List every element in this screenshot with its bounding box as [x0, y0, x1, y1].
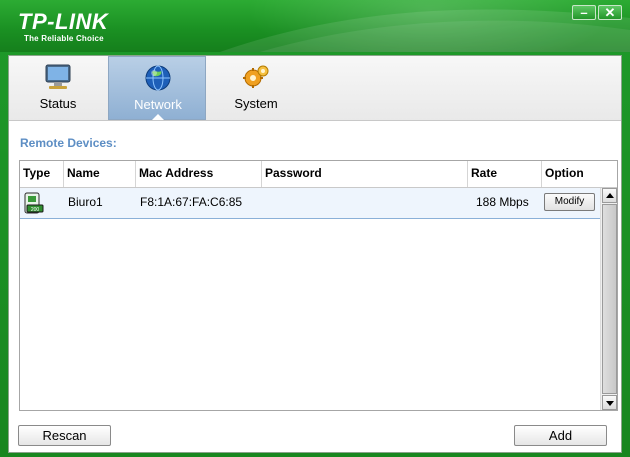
- scroll-up-button[interactable]: [602, 188, 617, 203]
- tab-label: Network: [134, 97, 182, 112]
- cell-password: [262, 188, 468, 218]
- column-header-type[interactable]: Type: [20, 161, 64, 187]
- modify-button[interactable]: Modify: [544, 193, 595, 211]
- column-header-option[interactable]: Option: [542, 161, 617, 187]
- title-decoration: [220, 0, 630, 52]
- app-window: TP-LINK The Reliable Choice – ✕ Status N…: [0, 0, 630, 457]
- svg-text:200: 200: [31, 207, 40, 213]
- column-header-name[interactable]: Name: [64, 161, 136, 187]
- column-header-rate[interactable]: Rate: [468, 161, 542, 187]
- active-tab-pointer: [152, 114, 164, 120]
- remote-devices-table: Type Name Mac Address Password Rate Opti…: [19, 160, 618, 411]
- arrow-up-icon: [606, 193, 614, 198]
- globe-icon: [145, 65, 171, 91]
- brand-tagline: The Reliable Choice: [24, 34, 104, 43]
- gears-icon: [243, 65, 269, 88]
- main-panel: Status Network System Remote Devices: Ty…: [8, 55, 622, 453]
- close-button[interactable]: ✕: [598, 5, 622, 20]
- table-header: Type Name Mac Address Password Rate Opti…: [20, 161, 617, 188]
- tab-status[interactable]: Status: [9, 56, 107, 120]
- scrollbar-thumb[interactable]: [602, 204, 617, 394]
- tab-system[interactable]: System: [207, 56, 305, 120]
- add-button[interactable]: Add: [514, 425, 607, 446]
- powerline-adapter-icon: 200: [24, 192, 44, 214]
- scroll-down-button[interactable]: [602, 395, 617, 410]
- tab-network[interactable]: Network: [108, 56, 206, 120]
- tab-label: Status: [39, 96, 77, 111]
- minimize-button[interactable]: –: [572, 5, 596, 20]
- rescan-button[interactable]: Rescan: [18, 425, 111, 446]
- cell-rate: 188 Mbps: [476, 195, 529, 209]
- monitor-icon: [45, 64, 71, 89]
- cell-name: Biuro1: [68, 195, 103, 209]
- tab-bar: Status Network System: [9, 56, 621, 121]
- cell-mac-address: F8:1A:67:FA:C6:85: [140, 195, 243, 209]
- brand-logo: TP-LINK: [18, 9, 109, 34]
- vertical-scrollbar[interactable]: [600, 188, 617, 410]
- arrow-down-icon: [606, 401, 614, 406]
- section-title: Remote Devices:: [20, 136, 117, 150]
- title-bar: TP-LINK The Reliable Choice – ✕: [0, 0, 630, 52]
- table-row[interactable]: 200 Biuro1 F8:1A:67:FA:C6:85 188 Mbps Mo…: [20, 188, 600, 219]
- column-header-mac[interactable]: Mac Address: [136, 161, 262, 187]
- tab-label: System: [234, 96, 278, 111]
- cell-type: 200: [20, 188, 64, 218]
- column-header-password[interactable]: Password: [262, 161, 468, 187]
